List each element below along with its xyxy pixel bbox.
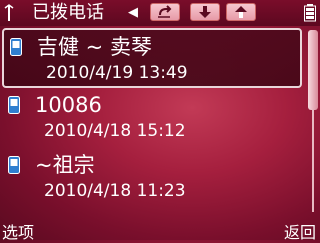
- top-bar: 已拨电话 ◀: [0, 0, 320, 26]
- contact-name: ~祖宗: [35, 153, 95, 177]
- options-softkey[interactable]: 选项: [2, 219, 34, 243]
- contact-name: 吉健 ~ 卖琴: [37, 35, 152, 59]
- contact-name: 10086: [35, 93, 102, 117]
- scroll-thumb[interactable]: [308, 30, 318, 110]
- back-arrow-icon: [158, 5, 172, 18]
- softkey-bar: 选项 返回: [0, 218, 320, 243]
- page-title: 已拨电话: [32, 2, 104, 23]
- signal-icon: [4, 4, 14, 21]
- call-time: 2010/4/18 11:23: [44, 181, 186, 201]
- scroll-down-button[interactable]: [190, 3, 220, 21]
- battery-icon: [304, 4, 316, 22]
- down-arrow-icon: [199, 6, 211, 18]
- scroll-up-button[interactable]: [226, 3, 256, 21]
- call-list: 吉健 ~ 卖琴 2010/4/19 13:49 10086 2010/4/18 …: [0, 26, 304, 216]
- call-list-item[interactable]: ~祖宗 2010/4/18 11:23: [2, 148, 302, 208]
- call-list-item[interactable]: 10086 2010/4/18 15:12: [2, 88, 302, 148]
- phone-icon: [10, 38, 22, 56]
- up-arrow-icon: [235, 6, 247, 18]
- phone-icon: [8, 96, 20, 114]
- scrollbar[interactable]: [308, 30, 318, 212]
- call-list-item[interactable]: 吉健 ~ 卖琴 2010/4/19 13:49: [2, 28, 302, 88]
- phone-icon: [8, 156, 20, 174]
- nav-left-arrow-icon[interactable]: ◀: [128, 5, 138, 20]
- back-softkey[interactable]: 返回: [284, 219, 316, 243]
- back-button[interactable]: [150, 3, 180, 21]
- call-time: 2010/4/18 15:12: [44, 121, 186, 141]
- call-time: 2010/4/19 13:49: [46, 63, 188, 83]
